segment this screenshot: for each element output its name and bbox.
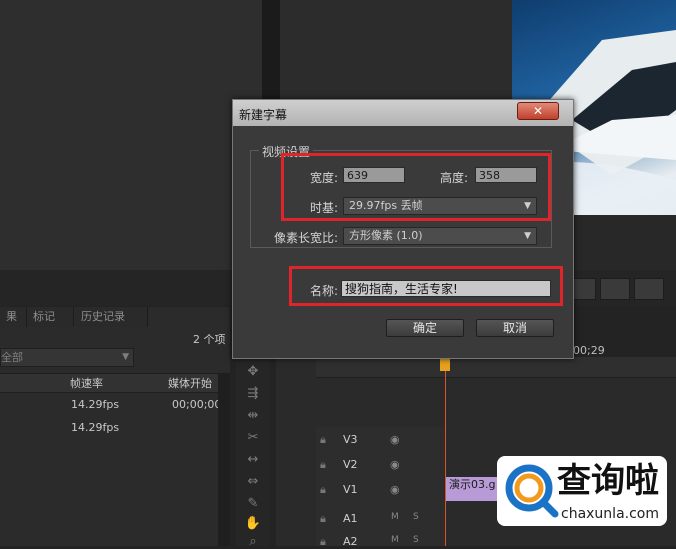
cancel-button[interactable]: 取消 <box>476 319 554 337</box>
playhead-marker[interactable] <box>440 359 450 371</box>
aspect-label: 像素长宽比: <box>273 231 338 245</box>
top-left-panel <box>0 0 262 270</box>
track-select-tool-icon[interactable]: ⇶ <box>244 387 262 401</box>
transport-button[interactable] <box>600 278 630 300</box>
lock-icon[interactable]: 🔒︎ <box>320 483 326 497</box>
selection-tool-icon[interactable]: ✥ <box>244 365 262 379</box>
panel-scrollbar[interactable] <box>218 373 230 546</box>
close-icon[interactable]: ✕ <box>517 102 559 120</box>
track-a1[interactable]: A1 <box>343 512 358 525</box>
filter-value: 全部 <box>1 351 23 364</box>
pen-tool-icon[interactable]: ✎ <box>244 497 262 511</box>
ok-button[interactable]: 确定 <box>386 319 464 337</box>
item-count: 2 个项 <box>193 333 226 346</box>
chevron-down-icon: ▼ <box>122 352 129 362</box>
aspect-value: 方形像素 (1.0) <box>349 229 423 242</box>
track-v3[interactable]: V3 <box>343 433 358 446</box>
playhead[interactable] <box>445 361 446 546</box>
highlight-dimensions <box>281 153 551 221</box>
filter-select[interactable]: 全部 ▼ <box>0 348 134 367</box>
eye-icon[interactable]: ◉ <box>390 433 400 446</box>
ripple-tool-icon[interactable]: ⇹ <box>244 409 262 423</box>
track-a2[interactable]: A2 <box>343 535 358 548</box>
tab-effects[interactable]: 果 <box>0 307 27 327</box>
dialog-titlebar[interactable]: 新建字幕 ✕ <box>233 100 573 126</box>
lock-icon[interactable]: 🔒︎ <box>320 535 326 549</box>
lock-icon[interactable]: 🔒︎ <box>320 458 326 472</box>
tab-history[interactable]: 历史记录 <box>75 307 148 327</box>
timeline-ruler <box>316 357 676 378</box>
tab-markers[interactable]: 标记 <box>27 307 74 327</box>
magnifier-logo-icon <box>505 464 559 518</box>
row-2-fps[interactable]: 14.29fps <box>71 421 119 434</box>
hand-tool-icon[interactable]: ✋ <box>244 517 262 531</box>
highlight-name <box>289 266 563 306</box>
mute-button[interactable]: M <box>391 512 399 522</box>
transport-buttons <box>570 278 676 300</box>
column-header-fps[interactable]: 帧速率 <box>70 375 103 391</box>
eye-icon[interactable]: ◉ <box>390 483 400 496</box>
project-panel: 果 标记 历史记录 2 个项 全部 ▼ 帧速率 媒体开始 14.29fps 00… <box>0 307 230 546</box>
slide-tool-icon[interactable]: ⇔ <box>244 475 262 489</box>
column-header-start[interactable]: 媒体开始 <box>168 375 212 391</box>
slip-tool-icon[interactable]: ↔ <box>244 453 262 467</box>
track-header-area <box>316 427 444 546</box>
timecode: 00;29 <box>573 344 605 357</box>
watermark-logo: 查询啦 chaxunla.com <box>497 456 667 526</box>
row-1-fps[interactable]: 14.29fps <box>71 398 119 411</box>
brand-domain: chaxunla.com <box>561 506 659 522</box>
solo-button[interactable]: S <box>413 512 419 522</box>
transport-button[interactable] <box>634 278 664 300</box>
lock-icon[interactable]: 🔒︎ <box>320 512 326 526</box>
razor-tool-icon[interactable]: ✂ <box>244 431 262 445</box>
solo-button[interactable]: S <box>413 535 419 545</box>
row-1-start[interactable]: 00;00;00 <box>172 398 221 411</box>
brand-name: 查询啦 <box>557 461 659 501</box>
new-title-dialog: 新建字幕 ✕ 视频设置 宽度: 639 高度: 358 时基: 29.97fps… <box>232 99 574 359</box>
eye-icon[interactable]: ◉ <box>390 458 400 471</box>
tools-panel: ✥ ⇶ ⇹ ✂ ↔ ⇔ ✎ ✋ ⌕ <box>236 357 270 549</box>
aspect-select[interactable]: 方形像素 (1.0) ▼ <box>343 227 537 245</box>
zoom-tool-icon[interactable]: ⌕ <box>244 535 262 549</box>
track-v1[interactable]: V1 <box>343 483 358 496</box>
mute-button[interactable]: M <box>391 535 399 545</box>
lock-icon[interactable]: 🔒︎ <box>320 433 326 447</box>
track-v2[interactable]: V2 <box>343 458 358 471</box>
chevron-down-icon: ▼ <box>524 231 531 241</box>
dialog-title: 新建字幕 <box>239 108 288 122</box>
